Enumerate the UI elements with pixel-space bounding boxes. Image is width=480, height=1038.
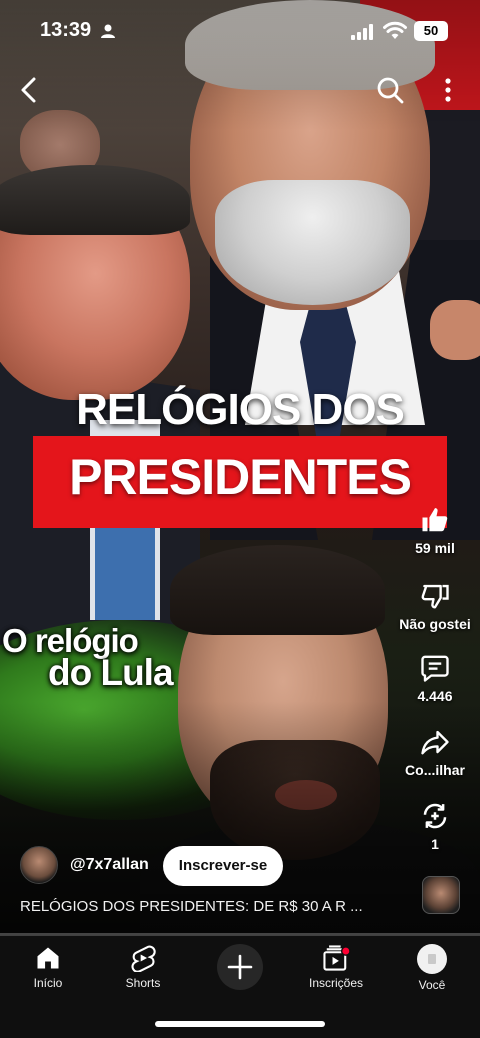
comment-count: 4.446 <box>417 688 453 704</box>
wifi-icon <box>383 21 407 39</box>
video-headline-line1: RELÓGIOS DOS <box>76 385 405 434</box>
dislike-icon <box>421 584 449 609</box>
subscribe-button[interactable]: Inscrever-se <box>163 846 283 886</box>
nav-shorts[interactable]: Shorts <box>103 944 183 990</box>
status-time: 13:39 <box>40 19 92 41</box>
sound-thumbnail[interactable] <box>422 876 460 914</box>
video-caption-line2: do Lula <box>48 652 174 693</box>
plus-icon <box>227 954 253 980</box>
video-headline-line2: PRESIDENTES <box>69 449 412 505</box>
like-icon <box>422 508 448 532</box>
like-count: 59 mil <box>415 540 455 556</box>
share-label: Co...ilhar <box>405 762 465 778</box>
create-button[interactable] <box>217 944 263 990</box>
nav-you[interactable]: Você <box>392 944 472 992</box>
nav-shorts-label: Shorts <box>125 976 161 990</box>
shorts-icon <box>131 945 156 972</box>
video-title[interactable]: RELÓGIOS DOS PRESIDENTES: DE R$ 30 A R .… <box>20 898 410 915</box>
dislike-label: Não gostei <box>399 616 471 632</box>
dislike-button[interactable]: Não gostei <box>390 581 480 632</box>
home-indicator <box>155 1021 325 1027</box>
home-icon <box>37 947 59 969</box>
channel-row: @7x7allan Inscrever-se <box>20 846 400 886</box>
comment-icon <box>421 655 449 682</box>
subscriptions-icon <box>323 945 351 971</box>
you-avatar <box>417 944 447 974</box>
nav-subscriptions-label: Inscrições <box>308 976 364 990</box>
nav-you-label: Você <box>418 978 446 992</box>
search-icon[interactable] <box>374 74 406 106</box>
more-vert-icon[interactable] <box>436 74 460 106</box>
nav-home[interactable]: Início <box>8 944 88 990</box>
person-icon <box>101 24 115 38</box>
top-bar <box>0 70 480 110</box>
status-bar: 13:39 50 <box>0 0 480 60</box>
remix-count: 1 <box>431 836 439 852</box>
video-player[interactable]: RELÓGIOS DOS PRESIDENTES O relógio do Lu… <box>0 0 480 935</box>
channel-avatar[interactable] <box>20 846 58 884</box>
profile-icon <box>428 954 436 964</box>
channel-handle[interactable]: @7x7allan <box>70 856 149 874</box>
like-button[interactable]: 59 mil <box>390 505 480 556</box>
signal-icon <box>351 24 373 40</box>
nav-home-label: Início <box>33 976 63 990</box>
remix-icon <box>423 803 447 829</box>
nav-subscriptions[interactable]: Inscrições <box>296 944 376 990</box>
share-icon <box>421 730 449 755</box>
share-button[interactable]: Co...ilhar <box>390 727 480 778</box>
remix-button[interactable]: 1 <box>390 801 480 852</box>
battery-icon: 50 <box>414 21 448 41</box>
comments-button[interactable]: 4.446 <box>390 653 480 704</box>
back-icon[interactable] <box>14 74 46 106</box>
